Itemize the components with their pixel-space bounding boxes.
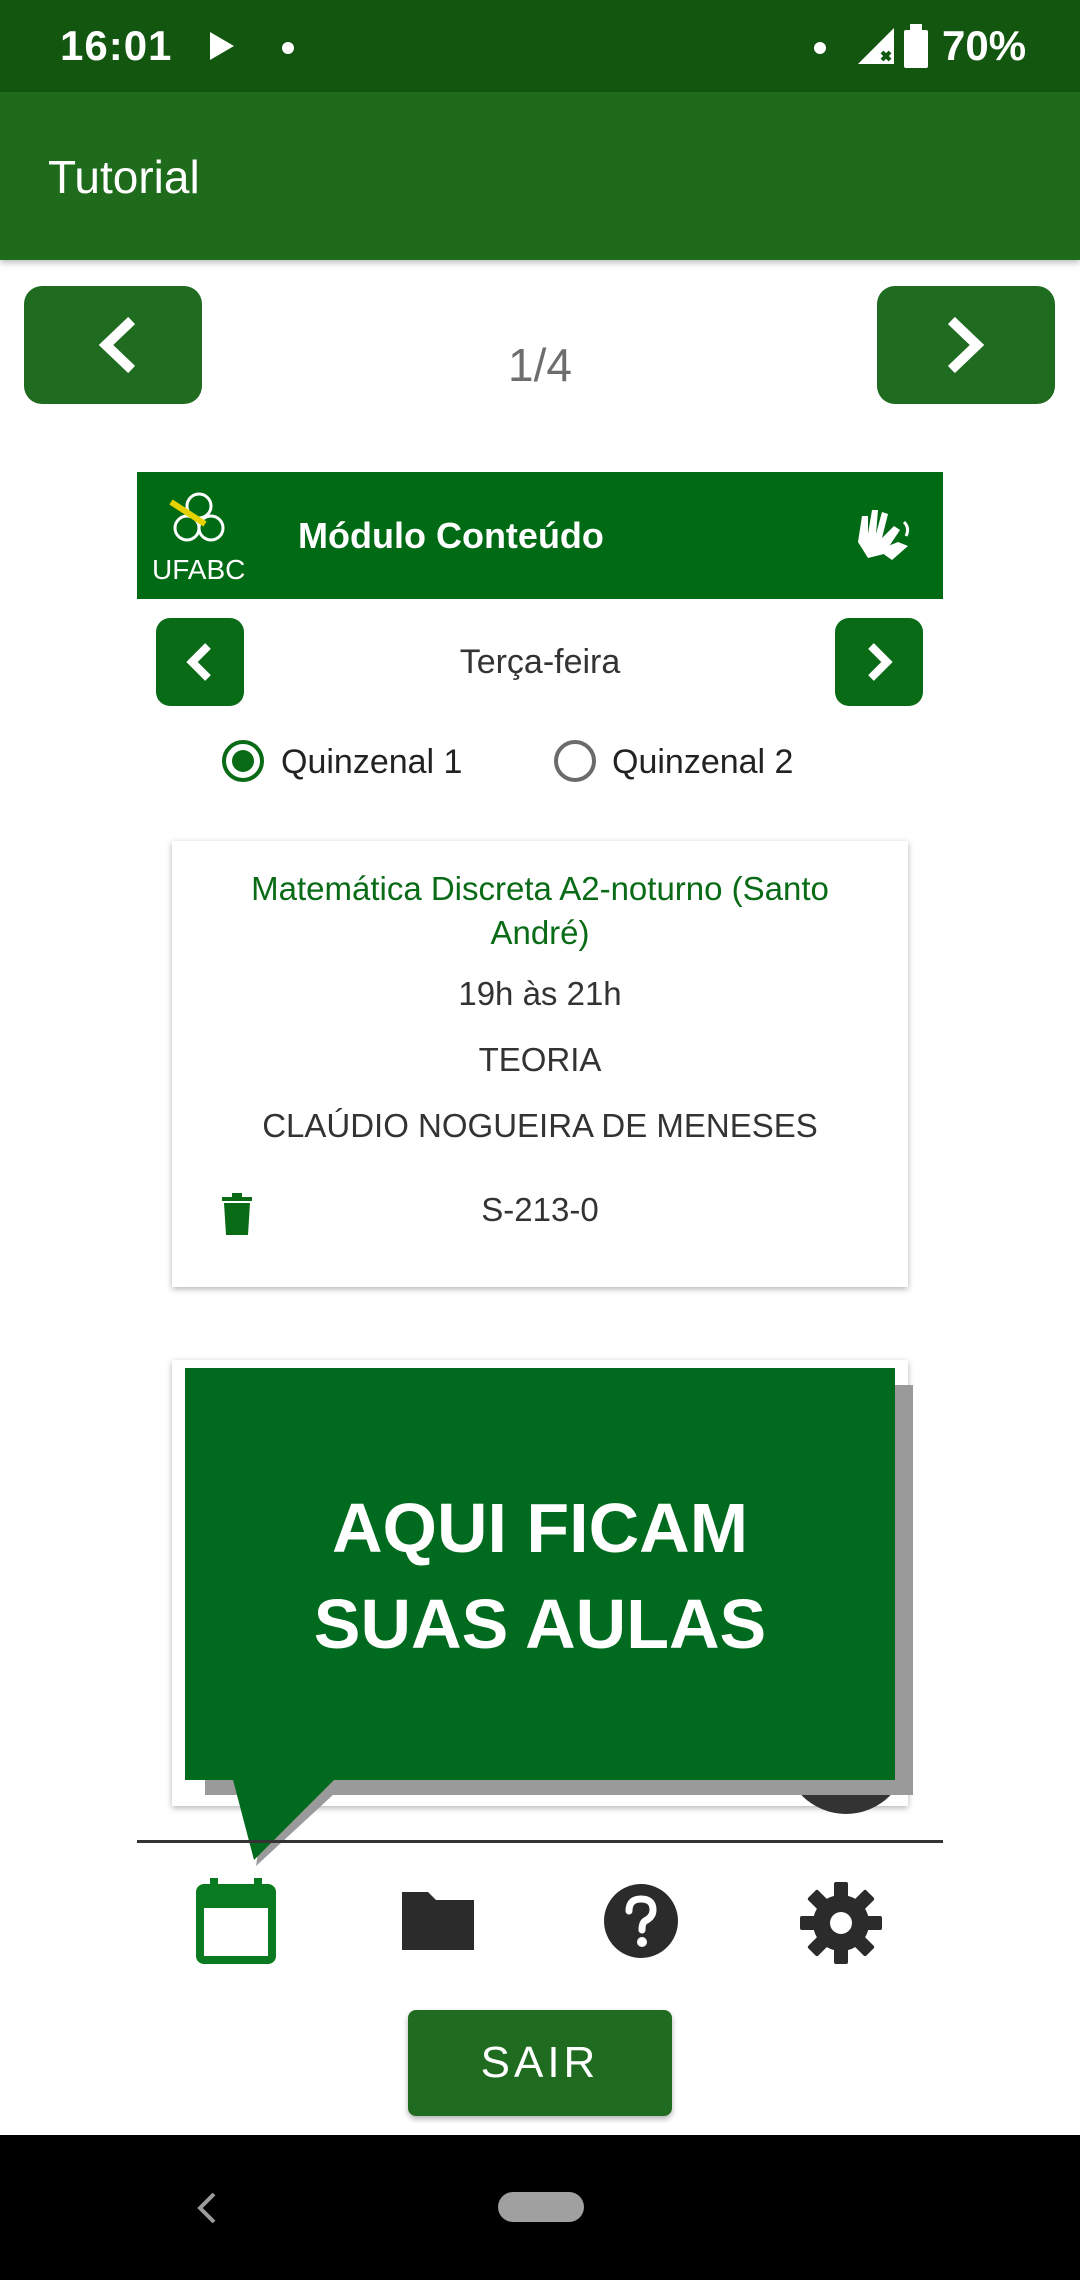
divider xyxy=(137,1840,943,1843)
tutorial-next-button[interactable] xyxy=(877,286,1055,404)
signal-icon xyxy=(858,28,894,64)
tooltip-line-1: AQUI FICAM xyxy=(331,1489,749,1567)
settings-icon[interactable] xyxy=(798,1880,884,1966)
ufabc-logo-text: UFABC xyxy=(152,554,246,585)
tooltip-text: AQUI FICAM SUAS AULAS xyxy=(185,1480,895,1672)
radio-label-quinzenal-1[interactable]: Quinzenal 1 xyxy=(281,743,462,782)
class-card[interactable]: Matemática Discreta A2-noturno (Santo An… xyxy=(172,841,908,1287)
battery-icon xyxy=(904,24,928,68)
sign-language-icon[interactable] xyxy=(848,502,914,568)
class-room: S-213-0 xyxy=(481,1191,599,1228)
class-time: 19h às 21h xyxy=(458,975,622,1012)
exit-button[interactable]: SAIR xyxy=(408,2010,672,2116)
calendar-icon[interactable] xyxy=(196,1878,276,1964)
module-title: Módulo Conteúdo xyxy=(298,515,604,556)
tooltip-tail xyxy=(232,1776,338,1860)
notification-dot-icon xyxy=(814,42,826,54)
trash-icon[interactable] xyxy=(220,1193,254,1235)
play-icon xyxy=(210,32,234,60)
class-type: TEORIA xyxy=(478,1041,602,1078)
battery-percent: 70% xyxy=(942,22,1027,69)
back-icon[interactable] xyxy=(192,2190,222,2226)
radio-label-quinzenal-2[interactable]: Quinzenal 2 xyxy=(612,743,793,782)
tooltip-line-2: SUAS AULAS xyxy=(313,1585,767,1663)
class-teacher: CLAÚDIO NOGUEIRA DE MENESES xyxy=(262,1107,818,1144)
home-pill[interactable] xyxy=(498,2192,584,2222)
status-time: 16:01 xyxy=(60,22,173,69)
radio-quinzenal-1[interactable] xyxy=(220,738,266,784)
app-title: Tutorial xyxy=(48,151,200,203)
chevron-right-icon xyxy=(868,643,893,681)
day-next-button[interactable] xyxy=(835,618,923,706)
chevron-right-icon xyxy=(947,316,985,374)
radio-quinzenal-2[interactable] xyxy=(552,738,598,784)
ufabc-logo-icon xyxy=(169,492,225,542)
help-icon[interactable] xyxy=(602,1882,680,1960)
notification-dot-icon xyxy=(282,42,294,54)
folder-icon[interactable] xyxy=(398,1888,478,1954)
class-title: Matemática Discreta A2-noturno (Santo An… xyxy=(251,870,829,951)
